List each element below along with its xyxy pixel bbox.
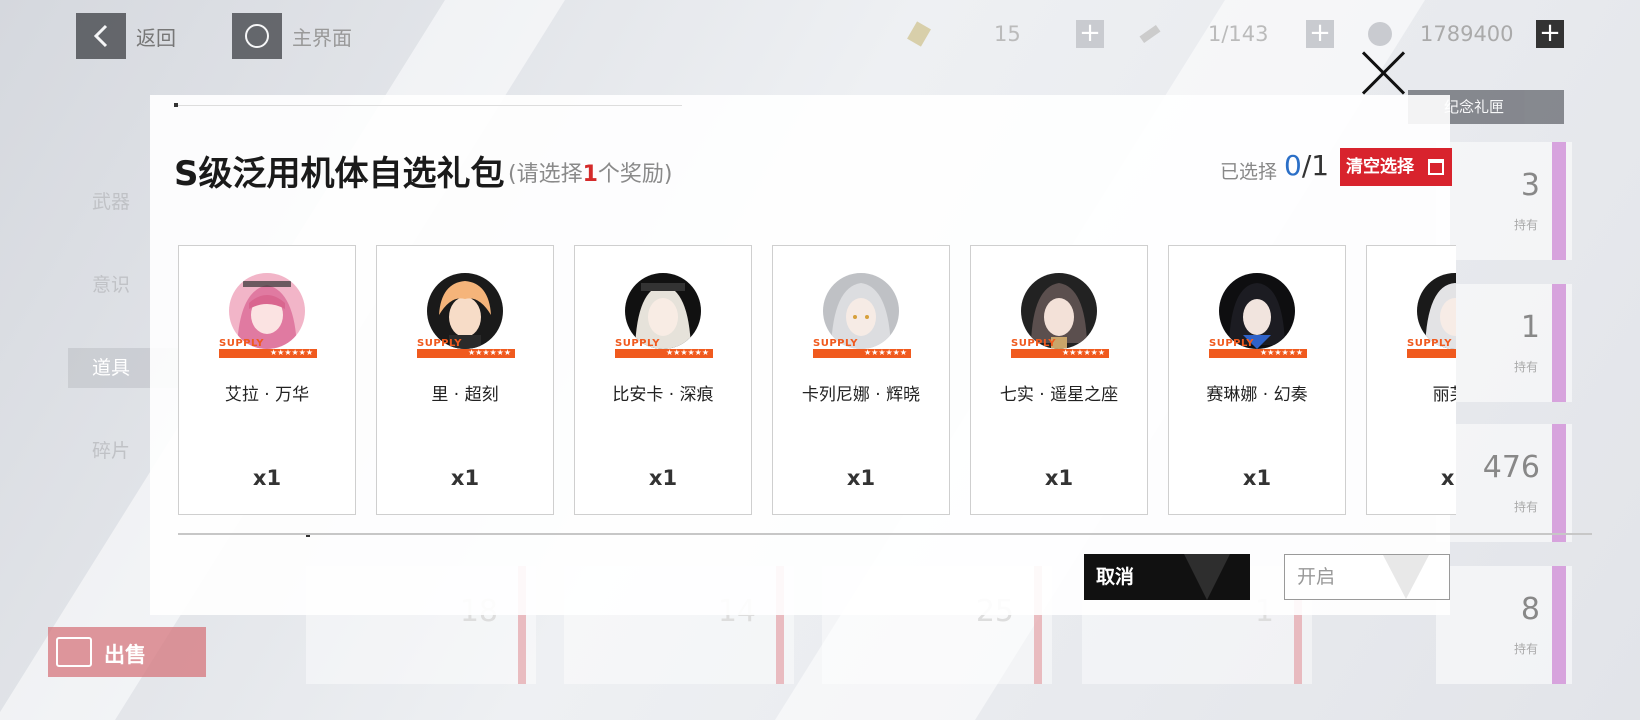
close-icon[interactable] xyxy=(1358,48,1408,98)
supply-text: SUPPLY xyxy=(615,338,661,349)
home-button[interactable] xyxy=(232,13,282,59)
card-rarity-bar xyxy=(1552,284,1566,402)
add-resource-button[interactable]: + xyxy=(1076,20,1104,48)
selected-label: 已选择 xyxy=(1220,161,1278,183)
card-count: 476 xyxy=(1482,450,1540,485)
supply-tag: SUPPLY ★★★★★★ xyxy=(813,338,911,358)
button-decor xyxy=(1383,555,1429,599)
reward-name: 艾拉 · 万华 xyxy=(224,385,310,405)
card-label: 持有 xyxy=(1513,642,1538,656)
inventory-card[interactable]: 8 持有 xyxy=(1436,566,1572,684)
back-button[interactable] xyxy=(76,13,126,59)
rarity-stars: ★★★★★★ xyxy=(1061,348,1105,357)
dialog-title: S级泛用机体自选礼包 xyxy=(174,154,505,194)
open-button[interactable]: 开启 xyxy=(1284,554,1450,600)
reward-card[interactable]: SUPPLY ★★★★★★ 艾拉 · 万华 x1 xyxy=(178,245,356,515)
reward-quantity: x1 xyxy=(1044,466,1074,490)
inventory-card[interactable]: 3 持有 xyxy=(1436,142,1572,260)
decor-dot xyxy=(174,103,178,107)
decor-line xyxy=(174,105,682,106)
card-rarity-bar xyxy=(1552,424,1566,542)
chevron-left-icon xyxy=(93,24,108,48)
back-label[interactable]: 返回 xyxy=(136,22,176,51)
cancel-label: 取消 xyxy=(1096,566,1135,588)
open-label: 开启 xyxy=(1297,566,1336,588)
reward-name: 丽芙 · xyxy=(1432,385,1456,405)
supply-tag: SUPPLY ★★★★★★ xyxy=(1011,338,1109,358)
clear-selection-label: 清空选择 xyxy=(1346,157,1414,177)
home-label[interactable]: 主界面 xyxy=(292,22,352,51)
resource-value: 1789400 xyxy=(1420,22,1514,46)
clear-selection-button[interactable]: 清空选择 xyxy=(1340,148,1452,186)
subtitle-suffix: 个奖励) xyxy=(597,162,673,187)
reward-list[interactable]: SUPPLY ★★★★★★ 艾拉 · 万华 x1 SUPPLY ★★★★★★ 里… xyxy=(178,245,1456,517)
sell-button[interactable]: 出售 xyxy=(48,627,206,677)
broom-icon xyxy=(1428,159,1444,175)
supply-tag: SUPPLY ★★★★★★ xyxy=(615,338,713,358)
inventory-card[interactable]: 1 持有 xyxy=(1436,284,1572,402)
reward-name: 赛琳娜 · 幻奏 xyxy=(1206,385,1308,405)
selected-count: 0/1 xyxy=(1284,149,1329,182)
reward-card[interactable]: SUPPLY ★★★★★★ 里 · 超刻 x1 xyxy=(376,245,554,515)
reward-name: 里 · 超刻 xyxy=(431,385,499,405)
reward-card[interactable]: SUPPLY ★★★★★★ 比安卡 · 深痕 x1 xyxy=(574,245,752,515)
rarity-stars: ★★★★★★ xyxy=(665,348,709,357)
reward-card[interactable]: SUPPLY ★★★★★★ 丽芙 · x1 xyxy=(1366,245,1456,515)
reward-name: 七实 · 遥星之座 xyxy=(999,385,1119,405)
circle-icon xyxy=(245,24,269,48)
rarity-stripe xyxy=(1407,349,1456,358)
supply-text: SUPPLY xyxy=(1011,338,1057,349)
ticket-icon xyxy=(907,21,931,47)
rarity-stars: ★★★★★★ xyxy=(1259,348,1303,357)
reward-name: 比安卡 · 深痕 xyxy=(612,385,714,405)
reward-quantity: x1 xyxy=(846,466,876,490)
coin-icon xyxy=(1368,22,1392,46)
dialog-divider xyxy=(178,533,1592,535)
cancel-button[interactable]: 取消 xyxy=(1084,554,1250,600)
add-resource-button[interactable]: + xyxy=(1306,20,1334,48)
dialog-subtitle: (请选择1个奖励) xyxy=(508,156,673,188)
card-rarity-bar xyxy=(1552,142,1566,260)
card-label: 持有 xyxy=(1513,500,1538,514)
sell-icon xyxy=(56,637,92,667)
reward-card[interactable]: SUPPLY ★★★★★★ 七实 · 遥星之座 x1 xyxy=(970,245,1148,515)
syringe-icon xyxy=(1139,24,1161,44)
rarity-stars: ★★★★★★ xyxy=(467,348,511,357)
card-label: 持有 xyxy=(1513,218,1538,232)
supply-text: SUPPLY xyxy=(813,338,859,349)
card-label: 持有 xyxy=(1513,360,1538,374)
sell-label: 出售 xyxy=(104,643,146,667)
reward-quantity: x1 xyxy=(252,466,282,490)
supply-text: SUPPLY xyxy=(1407,338,1453,349)
add-resource-button[interactable]: + xyxy=(1536,20,1564,48)
reward-card[interactable]: SUPPLY ★★★★★★ 赛琳娜 · 幻奏 x1 xyxy=(1168,245,1346,515)
card-count: 8 xyxy=(1520,592,1540,627)
button-decor xyxy=(1184,554,1230,600)
card-count: 3 xyxy=(1520,168,1540,203)
supply-text: SUPPLY xyxy=(219,338,265,349)
card-count: 1 xyxy=(1520,310,1540,345)
inventory-card[interactable]: 476 持有 xyxy=(1436,424,1572,542)
rarity-stars: ★★★★★★ xyxy=(863,348,907,357)
reward-quantity: x1 xyxy=(648,466,678,490)
resource-value: 15 xyxy=(994,22,1021,46)
supply-tag: SUPPLY ★★★★★★ xyxy=(1209,338,1307,358)
subtitle-number: 1 xyxy=(582,162,598,187)
selected-total: /1 xyxy=(1301,149,1330,182)
reward-quantity: x1 xyxy=(1440,466,1456,490)
supply-text: SUPPLY xyxy=(417,338,463,349)
supply-text: SUPPLY xyxy=(1209,338,1255,349)
reward-quantity: x1 xyxy=(450,466,480,490)
supply-tag: SUPPLY ★★★★★★ xyxy=(219,338,317,358)
reward-name: 卡列尼娜 · 辉晓 xyxy=(801,385,921,405)
reward-card[interactable]: SUPPLY ★★★★★★ 卡列尼娜 · 辉晓 x1 xyxy=(772,245,950,515)
selected-number: 0 xyxy=(1284,149,1302,182)
subtitle-prefix: (请选择 xyxy=(508,162,583,187)
reward-quantity: x1 xyxy=(1242,466,1272,490)
supply-tag: SUPPLY ★★★★★★ xyxy=(1407,338,1456,358)
resource-value: 1/143 xyxy=(1208,22,1269,46)
card-rarity-bar xyxy=(1552,566,1566,684)
supply-tag: SUPPLY ★★★★★★ xyxy=(417,338,515,358)
rarity-stars: ★★★★★★ xyxy=(269,348,313,357)
